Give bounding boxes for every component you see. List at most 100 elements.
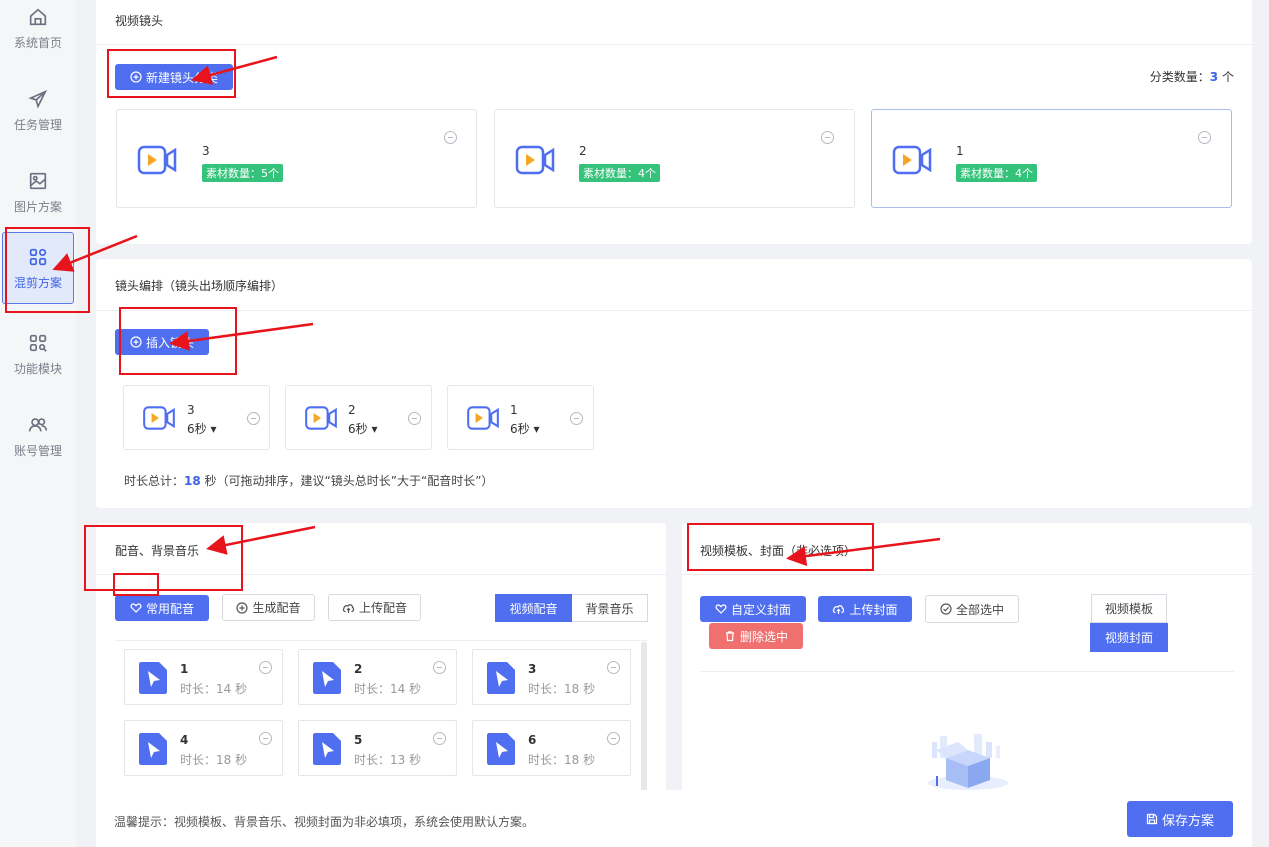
audio-file-icon xyxy=(313,662,341,694)
save-plan-button[interactable]: 保存方案 xyxy=(1127,801,1233,837)
remove-circle-icon[interactable] xyxy=(821,131,834,144)
sidebar: 系统首页 任务管理 图片方案 混剪方案 功能模块 账号管理 xyxy=(0,0,76,847)
section-title: 视频镜头 xyxy=(115,14,164,28)
select-all-button[interactable]: 全部选中 xyxy=(925,595,1019,623)
annotation-box xyxy=(119,307,237,375)
cloud-upload-icon xyxy=(342,603,355,613)
delete-selected-button[interactable]: 删除选中 xyxy=(709,623,803,649)
users-icon xyxy=(28,417,48,431)
annotation-box xyxy=(107,49,236,98)
sidebar-item-home[interactable]: 系统首页 xyxy=(2,0,74,64)
common-voice-button[interactable]: 常用配音 xyxy=(115,595,209,621)
section-title: 镜头编排（镜头出场顺序编排） xyxy=(115,279,284,293)
annotation-box xyxy=(84,525,243,591)
tab-video-template[interactable]: 视频模板 xyxy=(1091,594,1167,623)
remove-circle-icon[interactable] xyxy=(570,412,583,425)
sidebar-item-label: 账号管理 xyxy=(13,443,62,458)
category-count: 分类数量：3 个 xyxy=(1149,70,1234,84)
generate-voice-button[interactable]: 生成配音 xyxy=(222,594,315,621)
audio-item[interactable]: 5 时长：13 秒 xyxy=(298,720,457,776)
duration-select[interactable]: 6秒 ▾ xyxy=(510,420,540,437)
plus-circle-icon xyxy=(236,601,249,614)
custom-cover-button[interactable]: 自定义封面 xyxy=(700,596,806,622)
grid-search-icon xyxy=(29,334,47,352)
remove-circle-icon[interactable] xyxy=(433,661,446,674)
remove-circle-icon[interactable] xyxy=(259,661,272,674)
shot-category-card[interactable]: 2 素材数量：4个 xyxy=(494,109,855,208)
material-count-tag: 素材数量：4个 xyxy=(579,164,660,182)
sequence-item[interactable]: 3 6秒 ▾ xyxy=(123,385,270,450)
video-camera-icon xyxy=(467,406,499,430)
remove-circle-icon[interactable] xyxy=(408,412,421,425)
remove-circle-icon[interactable] xyxy=(607,661,620,674)
total-duration: 时长总计：18 秒（可拖动排序，建议“镜头总时长”大于“配音时长”） xyxy=(124,474,494,488)
sidebar-item-modules[interactable]: 功能模块 xyxy=(2,318,74,390)
remove-circle-icon[interactable] xyxy=(433,732,446,745)
sidebar-item-accounts[interactable]: 账号管理 xyxy=(2,400,74,472)
image-icon xyxy=(29,172,47,189)
tab-video-voice[interactable]: 视频配音 xyxy=(495,594,572,622)
remove-circle-icon[interactable] xyxy=(607,732,620,745)
remove-circle-icon[interactable] xyxy=(444,131,457,144)
video-camera-icon xyxy=(143,406,175,430)
material-count-tag: 素材数量：4个 xyxy=(956,164,1037,182)
sequence-item[interactable]: 2 6秒 ▾ xyxy=(285,385,432,450)
audio-file-icon xyxy=(139,662,167,694)
audio-item[interactable]: 3 时长：18 秒 xyxy=(472,649,631,705)
trash-icon xyxy=(725,631,734,642)
heart-icon xyxy=(130,603,142,613)
annotation-box xyxy=(5,227,90,313)
divider xyxy=(115,640,647,641)
audio-item[interactable]: 4 时长：18 秒 xyxy=(124,720,283,776)
audio-file-icon xyxy=(313,733,341,765)
audio-tabs: 视频配音 背景音乐 xyxy=(495,594,648,622)
heart-icon xyxy=(715,604,727,614)
sidebar-item-label: 功能模块 xyxy=(13,361,62,376)
footer-bar: 温馨提示：视频模板、背景音乐、视频封面为非必填项，系统会使用默认方案。 保存方案 xyxy=(96,790,1252,847)
audio-item[interactable]: 2 时长：14 秒 xyxy=(298,649,457,705)
check-circle-icon xyxy=(940,603,952,615)
video-camera-icon xyxy=(892,145,932,175)
paper-plane-icon xyxy=(28,89,48,109)
divider xyxy=(96,44,1252,45)
remove-circle-icon[interactable] xyxy=(247,412,260,425)
save-icon xyxy=(1146,813,1158,825)
upload-voice-button[interactable]: 上传配音 xyxy=(328,594,421,621)
shot-sequence-panel: 镜头编排（镜头出场顺序编排） 插入镜头 3 6秒 ▾ 2 6秒 ▾ 1 6秒 ▾… xyxy=(96,259,1252,508)
sidebar-item-label: 图片方案 xyxy=(13,199,62,214)
duration-select[interactable]: 6秒 ▾ xyxy=(348,420,378,437)
empty-box-illustration xyxy=(928,734,1008,790)
duration-select[interactable]: 6秒 ▾ xyxy=(187,420,217,437)
material-count-tag: 素材数量：5个 xyxy=(202,164,283,182)
sidebar-item-label: 系统首页 xyxy=(13,35,62,50)
shot-category-card[interactable]: 3 素材数量：5个 xyxy=(116,109,477,208)
sequence-item[interactable]: 1 6秒 ▾ xyxy=(447,385,594,450)
remove-circle-icon[interactable] xyxy=(1198,131,1211,144)
tab-background-music[interactable]: 背景音乐 xyxy=(572,594,648,622)
divider xyxy=(682,574,1252,575)
home-icon xyxy=(29,8,47,25)
tab-video-cover[interactable]: 视频封面 xyxy=(1090,623,1168,652)
divider xyxy=(96,310,1252,311)
divider xyxy=(700,671,1234,672)
sidebar-item-images[interactable]: 图片方案 xyxy=(2,156,74,228)
audio-item[interactable]: 1 时长：14 秒 xyxy=(124,649,283,705)
cloud-upload-icon xyxy=(833,605,845,614)
video-camera-icon xyxy=(305,406,337,430)
scrollbar[interactable] xyxy=(641,642,647,802)
sidebar-item-label: 任务管理 xyxy=(13,117,62,132)
sidebar-item-tasks[interactable]: 任务管理 xyxy=(2,74,74,146)
remove-circle-icon[interactable] xyxy=(259,732,272,745)
audio-file-icon xyxy=(487,662,515,694)
video-camera-icon xyxy=(137,145,177,175)
audio-item[interactable]: 6 时长：18 秒 xyxy=(472,720,631,776)
shot-category-card[interactable]: 1 素材数量：4个 xyxy=(871,109,1232,208)
upload-cover-button[interactable]: 上传封面 xyxy=(818,596,912,622)
cover-tabs: 视频模板 视频封面 xyxy=(1090,594,1169,652)
annotation-box xyxy=(687,523,874,571)
video-camera-icon xyxy=(515,145,555,175)
annotation-box xyxy=(113,573,159,596)
video-shots-panel: 视频镜头 新建镜头分类 分类数量：3 个 3 素材数量：5个 2 素材数量：4个… xyxy=(96,0,1252,244)
audio-file-icon xyxy=(139,733,167,765)
footer-tip: 温馨提示：视频模板、背景音乐、视频封面为非必填项，系统会使用默认方案。 xyxy=(114,815,535,829)
